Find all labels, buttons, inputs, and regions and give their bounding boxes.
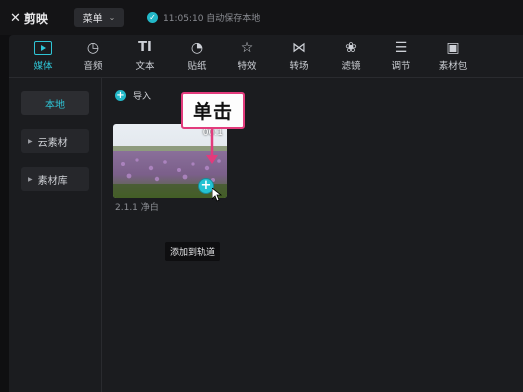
menu-button[interactable]: 菜单 ⌄ (74, 8, 124, 27)
sidebar-item-library[interactable]: ▶ 素材库 (21, 167, 89, 191)
tooltip: 添加到轨道 (165, 242, 221, 261)
caret-right-icon: ▶ (28, 175, 33, 183)
tab-label: 转场 (289, 61, 309, 72)
sidebar-item-local[interactable]: 本地 (21, 91, 89, 115)
mouse-cursor-icon (211, 187, 223, 205)
sidebar-item-label: 本地 (45, 99, 65, 111)
tab-label: 贴纸 (187, 61, 207, 72)
effects-icon: ☆ (240, 40, 254, 56)
chevron-down-icon: ⌄ (108, 13, 116, 22)
plus-icon: + (115, 90, 126, 101)
tab-audio[interactable]: ◷ 音频 (71, 39, 115, 72)
plus-icon: + (200, 178, 212, 193)
audio-icon: ◷ (86, 40, 100, 56)
tab-package[interactable]: ▣ 素材包 (431, 39, 475, 72)
tab-adjust[interactable]: ☰ 调节 (379, 39, 423, 72)
tab-effects[interactable]: ☆ 特效 (225, 39, 269, 72)
save-status-text: 11:05:10 自动保存本地 (163, 14, 261, 24)
menu-label: 菜单 (82, 14, 103, 25)
media-filename: 2.1.1 净白 (115, 203, 159, 213)
tab-label: 媒体 (33, 61, 53, 72)
tab-label: 素材包 (438, 61, 468, 72)
annotation-arrow-icon (206, 129, 218, 164)
sticker-icon: ◔ (190, 40, 204, 56)
media-sidebar: 本地 ▶ 云素材 ▶ 素材库 (9, 78, 102, 392)
check-icon: ✓ (147, 12, 158, 23)
app-logo: ✕ 剪映 (10, 10, 48, 27)
filter-icon: ❀ (345, 40, 357, 56)
media-panel: 媒体 ◷ 音频 TI 文本 ◔ 贴纸 ☆ 特效 ⋈ 转场 ❀ 滤镜 ☰ 调节 ▣… (9, 35, 523, 392)
category-toolbar: 媒体 ◷ 音频 TI 文本 ◔ 贴纸 ☆ 特效 ⋈ 转场 ❀ 滤镜 ☰ 调节 ▣… (9, 35, 523, 78)
media-icon (34, 41, 52, 55)
tab-transition[interactable]: ⋈ 转场 (277, 39, 321, 72)
text-icon: TI (138, 40, 152, 55)
sidebar-item-cloud[interactable]: ▶ 云素材 (21, 129, 89, 153)
annotation-callout: 单击 (181, 92, 245, 129)
capcut-logo-icon: ✕ (10, 11, 21, 26)
adjust-icon: ☰ (394, 40, 408, 56)
import-button[interactable]: + 导入 (115, 89, 151, 102)
tab-label: 特效 (237, 61, 257, 72)
tab-label: 音频 (83, 61, 103, 72)
media-content: + 导入 + 2.1.1 净白 添加到轨道 (102, 78, 523, 392)
title-bar: ✕ 剪映 菜单 ⌄ ✓ 11:05:10 自动保存本地 (0, 0, 523, 35)
callout-text: 单击 (192, 101, 233, 123)
tab-media[interactable]: 媒体 (21, 39, 65, 72)
save-status: ✓ 11:05:10 自动保存本地 (147, 11, 260, 24)
sidebar-item-label: 云素材 (37, 137, 68, 149)
caret-right-icon: ▶ (28, 137, 33, 145)
tab-text[interactable]: TI 文本 (123, 39, 167, 72)
app-name: 剪映 (23, 12, 48, 26)
tab-filter[interactable]: ❀ 滤镜 (329, 39, 373, 72)
package-icon: ▣ (446, 40, 460, 56)
tab-label: 滤镜 (341, 61, 361, 72)
add-to-track-button[interactable]: + (199, 179, 213, 193)
tab-label: 调节 (391, 61, 411, 72)
import-label: 导入 (133, 92, 152, 102)
transition-icon: ⋈ (292, 40, 306, 56)
tab-sticker[interactable]: ◔ 贴纸 (175, 39, 219, 72)
tab-label: 文本 (135, 61, 155, 72)
sidebar-item-label: 素材库 (37, 175, 68, 187)
